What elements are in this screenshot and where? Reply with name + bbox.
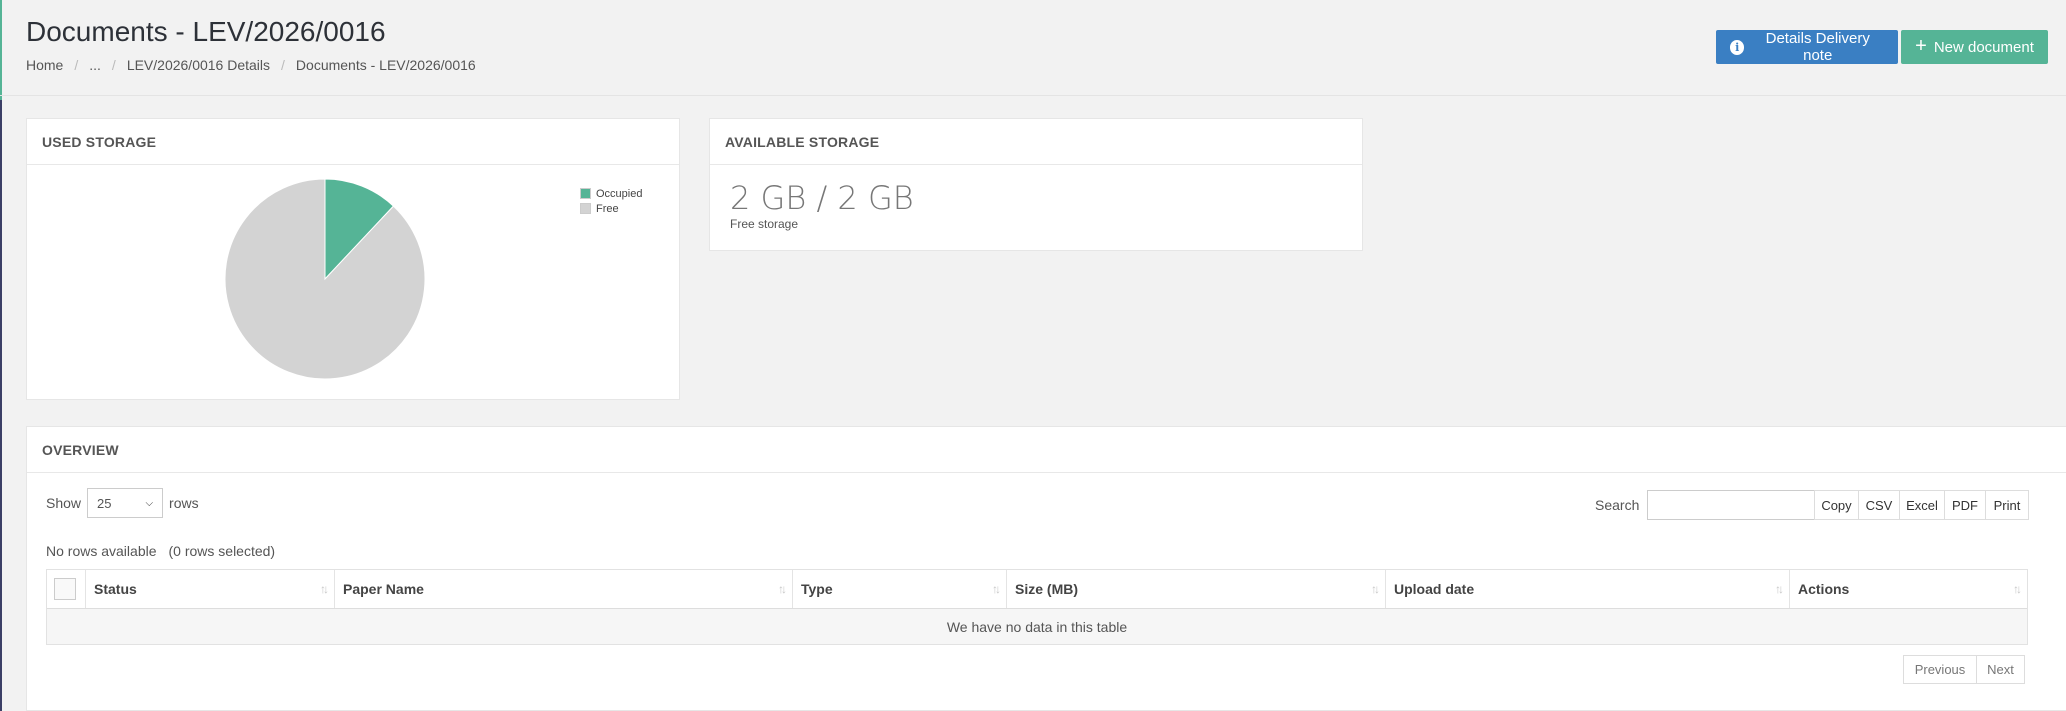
sort-icon: ↑↓: [1775, 582, 1784, 596]
print-button[interactable]: Print: [1985, 490, 2029, 520]
show-label: Show: [46, 495, 82, 511]
page-length-value: 25: [97, 495, 112, 511]
legend-swatch-free: [580, 203, 591, 214]
selected-info: (0 rows selected): [168, 543, 276, 559]
search-label: Search: [1595, 497, 1640, 513]
column-status-label: Status: [94, 581, 137, 597]
legend-swatch-occupied: [580, 188, 591, 199]
sort-icon: ↑↓: [1371, 582, 1380, 596]
column-paper-name-label: Paper Name: [343, 581, 424, 597]
breadcrumb-separator: /: [281, 57, 285, 73]
details-delivery-note-button[interactable]: i Details Delivery note: [1716, 30, 1898, 64]
column-size-label: Size (MB): [1015, 581, 1078, 597]
next-page-button[interactable]: Next: [1976, 655, 2025, 684]
empty-table-message: We have no data in this table: [47, 609, 2027, 644]
copy-button[interactable]: Copy: [1814, 490, 1859, 520]
page-length-control: Show 25 ⌵ rows: [46, 488, 199, 518]
column-actions-label: Actions: [1798, 581, 1850, 597]
column-paper-name[interactable]: Paper Name ↑↓: [335, 570, 793, 608]
available-storage-value: 2 GB / 2 GB: [730, 179, 914, 217]
available-storage-title: AVAILABLE STORAGE: [710, 119, 1362, 165]
breadcrumb-separator: /: [111, 57, 116, 73]
previous-page-button[interactable]: Previous: [1903, 655, 1977, 684]
search-control: Search: [1595, 490, 1816, 520]
column-status[interactable]: Status ↑↓: [86, 570, 335, 608]
sort-icon: ↑↓: [992, 582, 1001, 596]
sort-icon: ↑↓: [2013, 582, 2022, 596]
chevron-down-icon: ⌵: [145, 497, 154, 509]
breadcrumb-home[interactable]: Home: [26, 57, 63, 73]
used-storage-panel: USED STORAGE Occupied Free: [26, 118, 680, 400]
breadcrumb-ellipsis[interactable]: ...: [89, 57, 101, 73]
csv-button[interactable]: CSV: [1858, 490, 1900, 520]
new-document-button[interactable]: + New document: [1901, 30, 2048, 64]
column-upload-date-label: Upload date: [1394, 581, 1475, 597]
rows-label: rows: [169, 495, 199, 511]
available-storage-label: Free storage: [730, 217, 799, 231]
pie-slice-free[interactable]: [224, 178, 426, 380]
header-actions: i Details Delivery note + New document: [1716, 30, 2048, 64]
select-all-checkbox[interactable]: [54, 578, 76, 600]
info-icon: i: [1730, 39, 1745, 55]
select-all-header: [47, 570, 86, 608]
rows-info: No rows available: [46, 543, 157, 559]
column-type[interactable]: Type ↑↓: [793, 570, 1007, 608]
page-title: Documents - LEV/2026/0016: [26, 16, 386, 47]
column-upload-date[interactable]: Upload date ↑↓: [1386, 570, 1790, 608]
new-document-label: New document: [1933, 38, 2034, 56]
legend-label-occupied: Occupied: [596, 187, 643, 200]
legend-label-free: Free: [596, 202, 619, 215]
table-info: No rows available (0 rows selected): [46, 543, 275, 559]
details-delivery-note-label: Details Delivery note: [1765, 30, 1870, 64]
available-storage-panel: AVAILABLE STORAGE 2 GB / 2 GB Free stora…: [709, 118, 1363, 251]
table-header: Status ↑↓ Paper Name ↑↓ Type ↑↓ Size (MB…: [47, 570, 2027, 609]
sort-icon: ↑↓: [320, 582, 329, 596]
breadcrumb-current: Documents - LEV/2026/0016: [295, 57, 476, 73]
column-type-label: Type: [801, 581, 833, 597]
column-actions[interactable]: Actions ↑↓: [1790, 570, 2027, 608]
breadcrumb-details[interactable]: LEV/2026/0016 Details: [127, 57, 270, 73]
documents-table: Status ↑↓ Paper Name ↑↓ Type ↑↓ Size (MB…: [46, 569, 2028, 645]
pdf-button[interactable]: PDF: [1944, 490, 1986, 520]
overview-title: OVERVIEW: [27, 427, 2066, 473]
page-length-select[interactable]: 25 ⌵: [87, 488, 164, 518]
legend-item-free: Free: [580, 201, 642, 216]
excel-button[interactable]: Excel: [1899, 490, 1945, 520]
search-input[interactable]: [1647, 490, 1816, 520]
used-storage-title: USED STORAGE: [27, 119, 679, 165]
legend-item-occupied: Occupied: [580, 186, 642, 201]
overview-panel: OVERVIEW Show 25 ⌵ rows Search Copy CSV …: [26, 426, 2066, 711]
plus-icon: +: [1915, 35, 1927, 57]
breadcrumb: Home / ... / LEV/2026/0016 Details / Doc…: [26, 57, 476, 73]
page-header: Documents - LEV/2026/0016 Home / ... / L…: [0, 0, 2066, 96]
app-left-edge: [0, 0, 2, 711]
breadcrumb-separator: /: [74, 57, 79, 73]
sort-icon: ↑↓: [778, 582, 787, 596]
export-buttons: Copy CSV Excel PDF Print: [1814, 490, 2029, 520]
pagination: Previous Next: [1903, 655, 2025, 684]
column-size[interactable]: Size (MB) ↑↓: [1007, 570, 1386, 608]
pie-legend: Occupied Free: [580, 186, 642, 216]
